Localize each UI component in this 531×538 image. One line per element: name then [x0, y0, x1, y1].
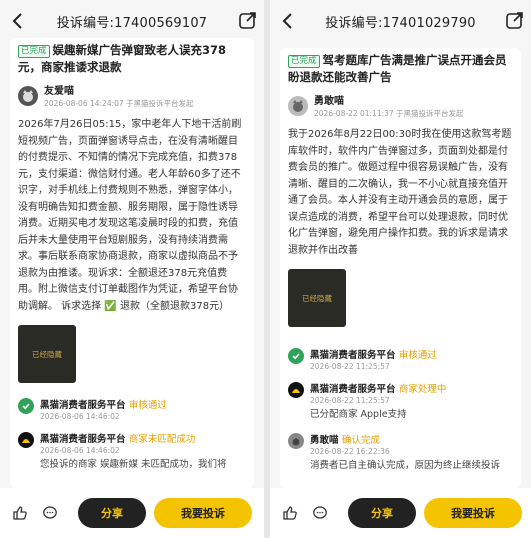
complaint-headline[interactable]: 已完成 驾考题库广告满是推广误点开通会员盼退款还能改善广告 — [288, 52, 513, 86]
share-icon[interactable] — [238, 11, 258, 31]
timeline-time: 2026-08-06 14:46:02 — [40, 446, 120, 455]
complaint-number-title: 投诉编号:17401029790 — [325, 15, 476, 31]
top-bar: 投诉编号:17401029790 — [270, 0, 531, 42]
timeline-time: 2026-08-22 11:25:57 — [310, 362, 390, 371]
timeline-item: 黑猫消费者服务平台 商家处理中 2026-08-22 11:25:57 已分配商… — [288, 381, 513, 422]
timeline-status: 审核通过 — [128, 400, 167, 411]
bottom-action-bar: 分享 我要投诉 — [270, 488, 531, 538]
check-icon — [18, 398, 34, 414]
timeline-text: 已分配商家 Apple支持 — [310, 409, 407, 420]
timeline-author: 黑猫消费者服务平台 — [40, 400, 126, 411]
comment-icon[interactable] — [308, 501, 332, 525]
author-name: 友爱喵 — [44, 86, 74, 97]
like-icon[interactable] — [278, 501, 302, 525]
comment-icon[interactable] — [38, 501, 62, 525]
complaint-card: 已完成 娱趣新媒广告弹窗致老人误充378元，商家推诿求退款 友爱喵 2026-08… — [10, 38, 254, 488]
cat-avatar-icon — [293, 99, 303, 112]
author-meta: 2026-08-06 14:24:07 于黑猫投诉平台发起 — [44, 99, 194, 108]
complaint-headline[interactable]: 已完成 娱趣新媒广告弹窗致老人误充378元，商家推诿求退款 — [18, 42, 246, 76]
complaint-body: 我于2026年8月22日00:30时我在使用这款驾考题库软件时，软件内广告弹窗过… — [288, 129, 512, 256]
share-button[interactable]: 分享 — [78, 498, 146, 528]
hidden-attachment-image[interactable]: 已经隐藏 — [18, 325, 76, 383]
timeline-item: 黑猫消费者服务平台 审核通过 2026-08-06 14:46:02 — [18, 397, 246, 421]
file-complaint-button[interactable]: 我要投诉 — [154, 498, 252, 528]
hidden-label: 已经隐藏 — [32, 349, 62, 359]
back-arrow-icon[interactable] — [278, 10, 298, 32]
status-badge: 已完成 — [288, 55, 320, 68]
author-name: 勇敢喵 — [314, 96, 344, 107]
timeline-text: 消费者已自主确认完成，原因为终止继续投诉 — [310, 460, 501, 471]
timeline-item: 勇敢喵 确认完成 2026-08-22 16:22:36 消费者已自主确认完成，… — [288, 432, 513, 473]
hidden-label: 已经隐藏 — [302, 293, 332, 303]
complaint-card: 已完成 驾考题库广告满是推广误点开通会员盼退款还能改善广告 勇敢喵 2026-08… — [280, 48, 521, 488]
timeline-item: 黑猫消费者服务平台 审核通过 2026-08-22 11:25:57 — [288, 347, 513, 371]
timeline-item: 黑猫消费者服务平台 商家未匹配成功 2026-08-06 14:46:02 您投… — [18, 431, 246, 472]
progress-timeline: 黑猫消费者服务平台 审核通过 2026-08-22 11:25:57 黑猫消费者… — [288, 347, 513, 473]
top-bar: 投诉编号:17400569107 — [0, 0, 264, 42]
hidden-attachment-image[interactable]: 已经隐藏 — [288, 269, 346, 327]
complaint-body: 2026年7月26日05:15，家中老年人下地干活前刷短视频广告，页面弹窗诱导点… — [18, 119, 242, 312]
timeline-author: 黑猫消费者服务平台 — [310, 384, 396, 395]
timeline-time: 2026-08-22 16:22:36 — [310, 447, 390, 456]
share-icon[interactable] — [505, 11, 525, 31]
author-meta: 2026-08-22 01:11:37 于黑猫投诉平台发起 — [314, 109, 464, 118]
progress-timeline: 黑猫消费者服务平台 审核通过 2026-08-06 14:46:02 黑猫消费者… — [18, 397, 246, 472]
timeline-status: 确认完成 — [341, 435, 380, 446]
black-cat-logo-icon — [288, 382, 304, 398]
author-row: 友爱喵 2026-08-06 14:24:07 于黑猫投诉平台发起 — [18, 82, 246, 109]
user-avatar-icon — [288, 433, 304, 449]
timeline-time: 2026-08-06 14:46:02 — [40, 412, 120, 421]
timeline-status: 审核通过 — [398, 350, 437, 361]
avatar[interactable] — [288, 95, 308, 116]
right-complaint-screen: 投诉编号:17401029790 已完成 驾考题库广告满是推广误点开通会员盼退款还… — [270, 0, 531, 538]
avatar[interactable] — [18, 85, 38, 106]
author-row: 勇敢喵 2026-08-22 01:11:37 于黑猫投诉平台发起 — [288, 92, 513, 119]
timeline-author: 勇敢喵 — [310, 435, 339, 446]
timeline-status: 商家处理中 — [398, 384, 447, 395]
complaint-number-title: 投诉编号:17400569107 — [56, 15, 208, 31]
bottom-action-bar: 分享 我要投诉 — [0, 488, 264, 538]
left-complaint-screen: 投诉编号:17400569107 已完成 娱趣新媒广告弹窗致老人误充378元，商家… — [0, 0, 264, 538]
file-complaint-button[interactable]: 我要投诉 — [424, 498, 522, 528]
status-badge: 已完成 — [18, 45, 50, 58]
headline-text: 驾考题库广告满是推广误点开通会员盼退款还能改善广告 — [288, 53, 507, 84]
back-arrow-icon[interactable] — [8, 10, 28, 32]
like-icon[interactable] — [8, 501, 32, 525]
share-button[interactable]: 分享 — [348, 498, 416, 528]
timeline-status: 商家未匹配成功 — [128, 434, 196, 445]
timeline-author: 黑猫消费者服务平台 — [40, 434, 126, 445]
cat-avatar-icon — [23, 89, 33, 102]
timeline-time: 2026-08-22 11:25:57 — [310, 396, 390, 405]
timeline-author: 黑猫消费者服务平台 — [310, 350, 396, 361]
black-cat-logo-icon — [18, 432, 34, 448]
check-icon — [288, 348, 304, 364]
timeline-text: 您投诉的商家 娱趣新媒 未匹配成功，我们将 — [40, 459, 227, 470]
